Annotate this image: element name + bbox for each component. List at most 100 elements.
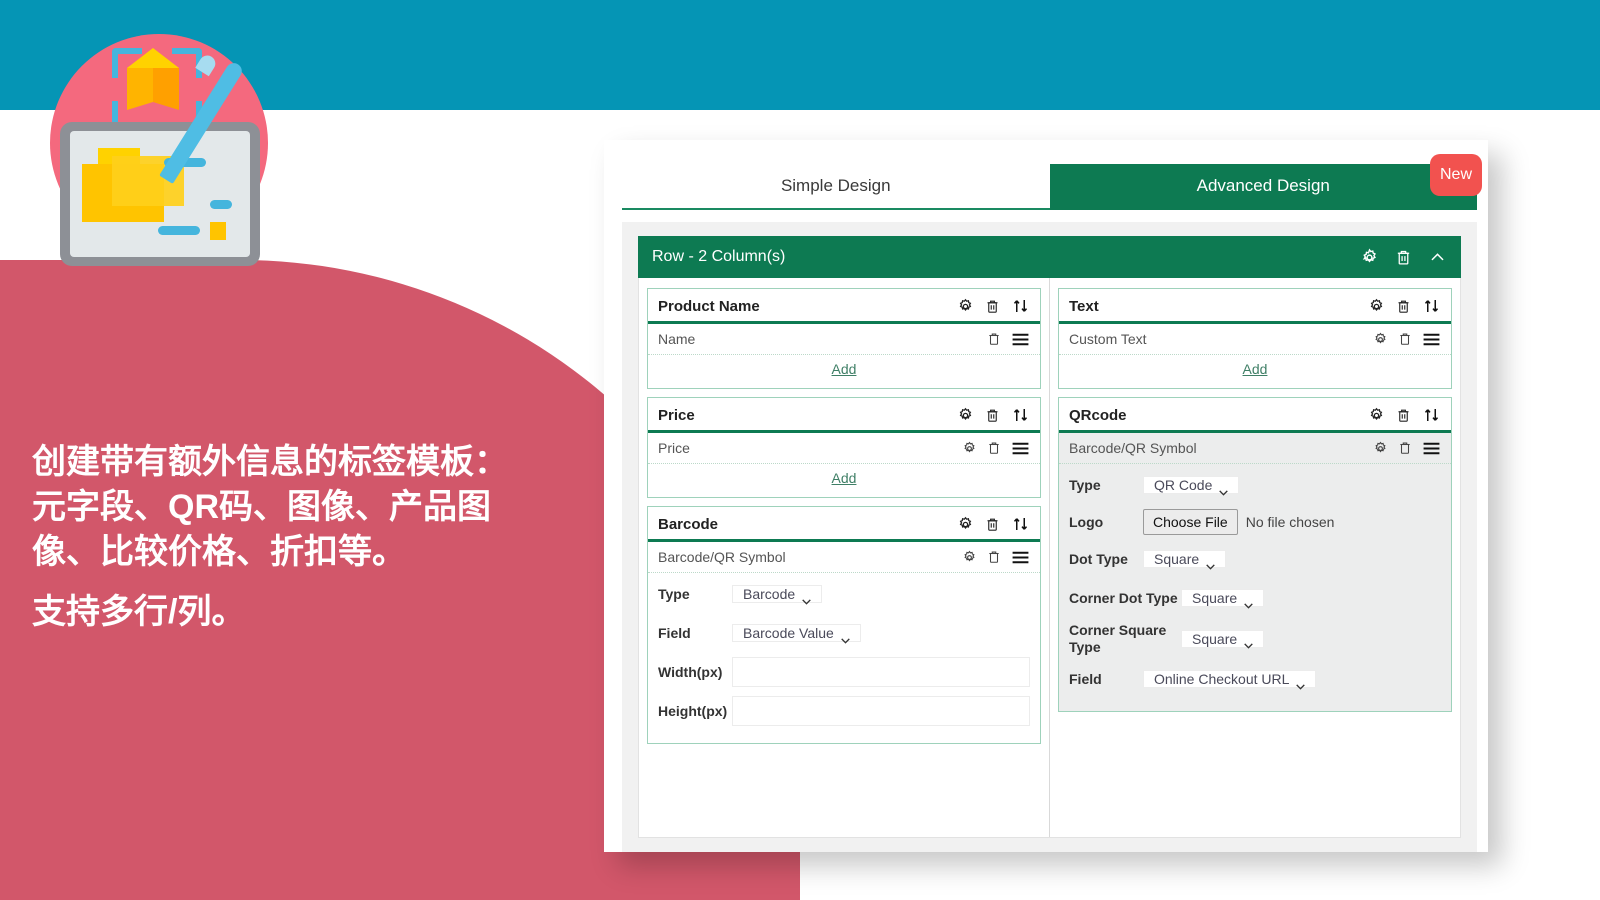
add-link[interactable]: Add xyxy=(832,361,857,377)
card-header: Product Name xyxy=(648,289,1040,324)
trash-icon[interactable] xyxy=(985,516,1000,533)
width-input[interactable] xyxy=(732,657,1030,687)
card-header: Text xyxy=(1059,289,1451,324)
trash-icon[interactable] xyxy=(987,549,1001,565)
trash-icon[interactable] xyxy=(987,331,1001,347)
cube-icon xyxy=(127,48,179,68)
sub-row: Barcode/QR Symbol xyxy=(648,542,1040,573)
shape-block xyxy=(210,222,226,240)
corner-dot-type-select[interactable]: Square xyxy=(1181,589,1265,609)
card-product-name: Product Name Name Add xyxy=(647,288,1041,389)
trash-icon[interactable] xyxy=(987,440,1001,456)
type-select[interactable]: Barcode xyxy=(732,585,823,605)
corner-square-type-select[interactable]: Square xyxy=(1181,629,1265,649)
field-label: Type xyxy=(658,585,690,602)
card-header: Barcode xyxy=(648,507,1040,542)
field-select[interactable]: Barcode Value xyxy=(732,624,861,644)
tab-advanced-design[interactable]: Advanced Design xyxy=(1049,164,1477,210)
trash-icon[interactable] xyxy=(985,407,1000,424)
logo-file-input[interactable]: Choose File No file chosen xyxy=(1143,509,1441,535)
chevron-up-icon[interactable] xyxy=(1428,248,1447,267)
field-label: Width(px) xyxy=(658,663,723,680)
field-row-corner-square-type: Corner Square Type Square xyxy=(1069,622,1441,655)
tab-simple-design[interactable]: Simple Design xyxy=(622,164,1050,210)
gear-icon[interactable] xyxy=(1368,407,1385,424)
card-price: Price Price Add xyxy=(647,397,1041,498)
sort-updown-icon[interactable] xyxy=(1422,406,1441,424)
trash-icon[interactable] xyxy=(1395,248,1412,267)
hamburger-icon[interactable] xyxy=(1422,332,1441,347)
add-row: Add xyxy=(648,355,1040,388)
sort-updown-icon[interactable] xyxy=(1011,297,1030,315)
gear-icon[interactable] xyxy=(1373,332,1388,347)
qr-type-select[interactable]: QR Code xyxy=(1143,476,1240,496)
chevron-down-icon xyxy=(800,586,813,616)
sub-row-label: Barcode/QR Symbol xyxy=(658,549,786,565)
card-title: Product Name xyxy=(658,297,760,315)
trash-icon[interactable] xyxy=(1398,440,1412,456)
design-canvas: Row - 2 Column(s) Product Name Name Add … xyxy=(622,222,1477,852)
cube-icon xyxy=(153,68,179,102)
hamburger-icon[interactable] xyxy=(1011,332,1030,347)
hamburger-icon[interactable] xyxy=(1422,441,1441,456)
card-title: Text xyxy=(1069,297,1099,315)
sub-row-label: Barcode/QR Symbol xyxy=(1069,440,1197,456)
hamburger-icon[interactable] xyxy=(1011,550,1030,565)
card-barcode: Barcode Barcode/QR Symbol Type Barcode F… xyxy=(647,506,1041,744)
chevron-down-icon xyxy=(1294,671,1307,701)
gear-icon[interactable] xyxy=(957,298,974,315)
field-row-dot-type: Dot Type Square xyxy=(1069,544,1441,574)
field-row-type: Type Barcode xyxy=(658,579,1030,609)
qr-field-select[interactable]: Online Checkout URL xyxy=(1143,670,1317,690)
field-row-type: Type QR Code xyxy=(1069,470,1441,500)
sub-row: Name xyxy=(648,324,1040,355)
corner-square-type-select-value: Square xyxy=(1192,630,1238,647)
gear-icon[interactable] xyxy=(1368,298,1385,315)
dot-type-select[interactable]: Square xyxy=(1143,550,1227,570)
sub-row: Price xyxy=(648,433,1040,464)
row-header: Row - 2 Column(s) xyxy=(638,236,1461,278)
gear-icon[interactable] xyxy=(1360,248,1379,267)
hamburger-icon[interactable] xyxy=(1011,441,1030,456)
sub-row: Custom Text xyxy=(1059,324,1451,355)
gear-icon[interactable] xyxy=(1373,441,1388,456)
gear-icon[interactable] xyxy=(962,550,977,565)
field-row-field: Field Barcode Value xyxy=(658,618,1030,648)
trash-icon[interactable] xyxy=(1396,298,1411,315)
field-row-logo: Logo Choose File No file chosen xyxy=(1069,509,1441,535)
marketing-copy: 创建带有额外信息的标签模板：元字段、QR码、图像、产品图像、比较价格、折扣等。 … xyxy=(32,440,532,635)
card-header: QRcode xyxy=(1059,398,1451,433)
gear-icon[interactable] xyxy=(957,407,974,424)
field-label: Corner Dot Type xyxy=(1069,589,1178,606)
row-header-title: Row - 2 Column(s) xyxy=(652,248,786,265)
column-right: Text Custom Text Add QRcode Barcode/QR S… xyxy=(1050,278,1460,837)
trash-icon[interactable] xyxy=(985,298,1000,315)
add-link[interactable]: Add xyxy=(1243,361,1268,377)
gear-icon[interactable] xyxy=(957,516,974,533)
cube-icon xyxy=(127,102,153,110)
height-input[interactable] xyxy=(732,696,1030,726)
gear-icon[interactable] xyxy=(962,441,977,456)
trash-icon[interactable] xyxy=(1396,407,1411,424)
qr-type-select-value: QR Code xyxy=(1154,477,1213,493)
file-status-label: No file chosen xyxy=(1245,514,1335,530)
field-row-width: Width(px) xyxy=(658,657,1030,687)
chevron-down-icon xyxy=(1242,631,1255,661)
design-mode-tabs: Simple Design Advanced Design xyxy=(622,164,1477,210)
sort-updown-icon[interactable] xyxy=(1011,406,1030,424)
sort-updown-icon[interactable] xyxy=(1422,297,1441,315)
add-row: Add xyxy=(1059,355,1451,388)
dot-type-select-value: Square xyxy=(1154,551,1200,567)
field-row-corner-dot-type: Corner Dot Type Square xyxy=(1069,583,1441,613)
row-columns: Product Name Name Add Price Price Add Ba… xyxy=(638,278,1461,838)
field-row-height: Height(px) xyxy=(658,696,1030,726)
cube-icon xyxy=(127,68,153,102)
trash-icon[interactable] xyxy=(1398,331,1412,347)
barcode-form: Type Barcode Field Barcode Value Width(p… xyxy=(648,573,1040,743)
add-link[interactable]: Add xyxy=(832,470,857,486)
sort-updown-icon[interactable] xyxy=(1011,515,1030,533)
choose-file-button[interactable]: Choose File xyxy=(1143,509,1238,535)
field-label: Corner Square Type xyxy=(1069,622,1167,655)
design-tablet-illustration xyxy=(42,26,287,266)
new-badge: New xyxy=(1430,154,1482,196)
